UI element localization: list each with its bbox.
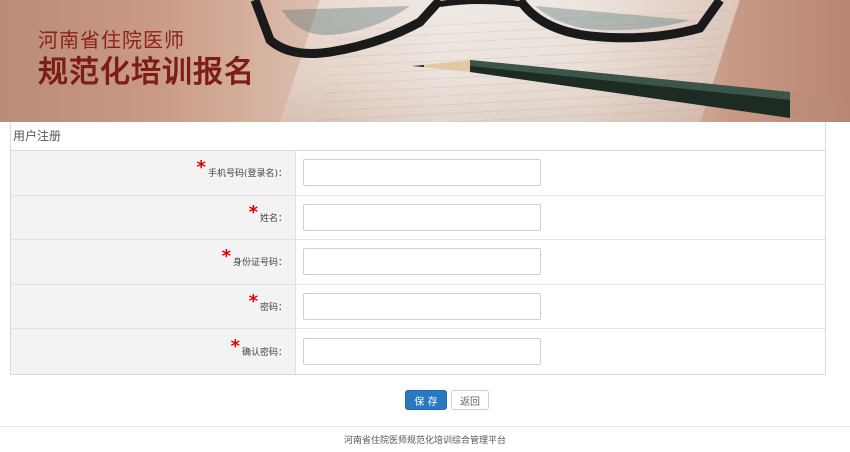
banner-title-line1: 河南省住院医师	[38, 28, 185, 52]
back-button[interactable]: 返回	[451, 390, 489, 410]
id-number-input[interactable]	[303, 248, 541, 276]
password-input[interactable]	[303, 293, 541, 321]
name-label: 姓名：	[259, 213, 287, 224]
id-number-label: 身份证号码：	[232, 258, 287, 269]
label-cell: * 密码：	[11, 284, 296, 329]
password-label: 密码：	[259, 303, 287, 314]
form-row-id-number: * 身份证号码：	[11, 240, 825, 285]
registration-form: * 手机号码(登录名)： * 姓名： * 身份证号码： * 密码： * 确认密码…	[10, 150, 826, 375]
form-row-confirm-password: * 确认密码：	[11, 329, 825, 374]
save-button[interactable]: 保 存	[405, 390, 447, 410]
input-cell	[296, 195, 825, 240]
confirm-password-input[interactable]	[303, 338, 541, 366]
phone-label: 手机号码(登录名)：	[207, 169, 287, 180]
input-cell	[296, 151, 825, 195]
footer-text: 河南省住院医师规范化培训综合管理平台	[343, 436, 506, 446]
required-mark: *	[221, 246, 231, 268]
label-cell: * 身份证号码：	[11, 240, 296, 284]
header-banner: 河南省住院医师 规范化培训报名	[0, 0, 850, 122]
label-cell: * 确认密码：	[11, 329, 296, 374]
input-cell	[296, 240, 825, 284]
banner-title: 河南省住院医师 规范化培训报名	[38, 28, 255, 92]
required-mark: *	[248, 201, 258, 223]
input-cell	[296, 284, 825, 329]
label-cell: * 姓名：	[11, 195, 296, 240]
input-cell	[296, 329, 825, 374]
required-mark: *	[196, 157, 206, 179]
banner-title-line2: 规范化培训报名	[38, 55, 255, 90]
section-title: 用户注册	[10, 122, 826, 150]
footer-divider	[0, 426, 850, 427]
label-cell: * 手机号码(登录名)：	[11, 151, 296, 195]
form-row-password: * 密码：	[11, 284, 825, 330]
confirm-password-label: 确认密码：	[241, 348, 287, 359]
form-row-name: * 姓名：	[11, 195, 825, 241]
required-mark: *	[230, 336, 240, 358]
form-actions: 保 存 返回	[0, 390, 850, 410]
required-mark: *	[248, 291, 258, 313]
phone-input[interactable]	[303, 159, 541, 187]
form-row-phone: * 手机号码(登录名)：	[11, 151, 825, 196]
name-input[interactable]	[303, 203, 541, 231]
